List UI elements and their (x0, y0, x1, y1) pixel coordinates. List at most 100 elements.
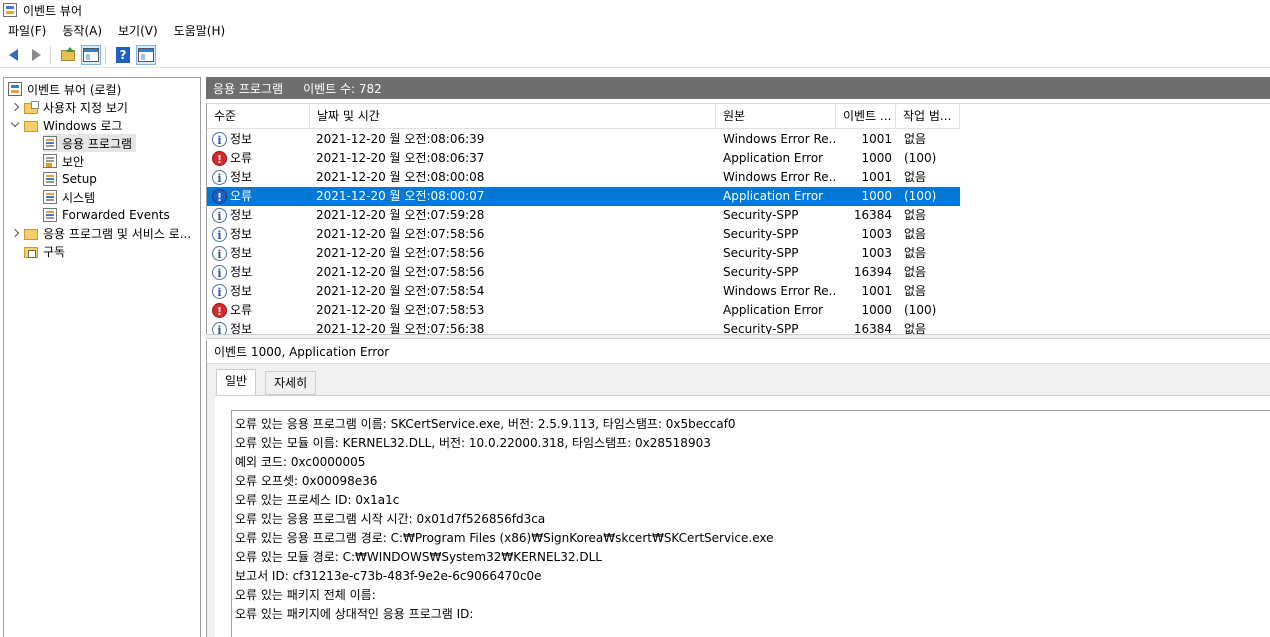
show-hide-action-pane-button[interactable] (136, 45, 156, 65)
menu-action[interactable]: 동작(A) (54, 20, 110, 42)
description-line: 보고서 ID: cf31213e-c73b-483f-9e2e-6c906647… (235, 569, 542, 583)
event-viewer-app-icon (3, 3, 17, 17)
cell-source: Application Error (723, 189, 824, 203)
cell-task-category: (100) (904, 189, 937, 203)
cell-source: Security-SPP (723, 322, 799, 334)
folder-icon (24, 228, 38, 240)
tree-item-label: 응용 프로그램 및 서비스 로... (43, 226, 192, 241)
help-button[interactable]: ? (113, 45, 133, 65)
cell-event-id: 1001 (861, 132, 892, 146)
tree-item-label: Forwarded Events (62, 208, 170, 222)
info-icon: i (212, 284, 227, 299)
tree-item-label: 보안 (62, 154, 85, 169)
event-description[interactable]: 오류 있는 응용 프로그램 이름: SKCertService.exe, 버전:… (231, 410, 1270, 637)
info-icon: i (212, 170, 227, 185)
column-header-event-id[interactable]: 이벤트 ... (836, 104, 896, 129)
description-line: 오류 있는 모듈 경로: C:₩WINDOWS₩System32₩KERNEL3… (235, 550, 602, 564)
tree-item-application[interactable]: 응용 프로그램 (43, 134, 137, 152)
menu-help[interactable]: 도움말(H) (166, 20, 234, 42)
description-line: 오류 있는 응용 프로그램 경로: C:₩Program Files (x86)… (235, 531, 774, 545)
description-line: 오류 있는 프로세스 ID: 0x1a1c (235, 493, 400, 507)
cell-level: 정보 (230, 246, 253, 260)
table-row[interactable]: i 정보 2021-12-20 월 오전:07:59:28 Security-SPP 1… (207, 206, 960, 225)
cell-source: Windows Error Re... (723, 170, 835, 184)
column-header-level[interactable]: 수준 (207, 104, 310, 129)
chevron-down-icon[interactable] (10, 120, 20, 130)
menu-view[interactable]: 보기(V) (110, 20, 166, 42)
tree-item-security[interactable]: 보안 (43, 152, 84, 170)
table-row[interactable]: ! 오류 2021-12-20 월 오전:08:00:07 Application E… (207, 187, 960, 206)
cell-event-id: 16384 (853, 208, 892, 222)
show-hide-console-tree-button[interactable] (81, 45, 101, 65)
cell-datetime: 2021-12-20 월 오전:08:00:08 (316, 170, 485, 184)
table-row[interactable]: i 정보 2021-12-20 월 오전:07:58:54 Windows Error… (207, 282, 960, 301)
tree-item-custom-views[interactable]: 사용자 지정 보기 (10, 98, 128, 116)
toolbar-separator (105, 46, 106, 64)
cell-task-category: 없음 (904, 265, 927, 279)
tree-item-forwarded-events[interactable]: Forwarded Events (43, 206, 170, 224)
cell-level: 정보 (230, 170, 253, 184)
tree-item-subscriptions[interactable]: 구독 (24, 242, 65, 260)
subscriptions-icon (24, 246, 38, 258)
cell-source: Application Error (723, 303, 824, 317)
forward-button[interactable] (26, 45, 46, 65)
tree-item-app-service-logs[interactable]: 응용 프로그램 및 서비스 로... (10, 224, 191, 242)
cell-event-id: 1000 (861, 189, 892, 203)
tree-item-label: Setup (62, 172, 97, 186)
back-button[interactable] (3, 45, 23, 65)
table-row[interactable]: i 정보 2021-12-20 월 오전:07:58:56 Security-SPP 1… (207, 263, 960, 282)
description-line: 오류 있는 응용 프로그램 이름: SKCertService.exe, 버전:… (235, 417, 736, 431)
cell-task-category: 없음 (904, 170, 927, 184)
event-list[interactable]: 수준 날짜 및 시간 원본 이벤트 ... 작업 범... i 정보 2021-12… (206, 103, 1270, 334)
cell-source: Windows Error Re... (723, 132, 835, 146)
info-icon: i (212, 246, 227, 261)
pane-splitter[interactable] (206, 334, 1270, 339)
cell-datetime: 2021-12-20 월 오전:07:58:56 (316, 265, 485, 279)
table-row[interactable]: ! 오류 2021-12-20 월 오전:08:06:37 Application E… (207, 149, 960, 168)
table-row[interactable]: i 정보 2021-12-20 월 오전:07:56:38 Security-SPP 1… (207, 320, 960, 334)
table-row[interactable]: i 정보 2021-12-20 월 오전:07:58:56 Security-SPP 1… (207, 244, 960, 263)
cell-source: Security-SPP (723, 265, 799, 279)
log-icon (43, 172, 57, 186)
column-header-datetime[interactable]: 날짜 및 시간 (310, 104, 716, 129)
column-header-source[interactable]: 원본 (716, 104, 836, 129)
info-icon: i (212, 132, 227, 147)
tree-item-root[interactable]: 이벤트 뷰어 (로컬) (8, 80, 121, 98)
table-row[interactable]: i 정보 2021-12-20 월 오전:08:00:08 Windows Error… (207, 168, 960, 187)
cell-event-id: 16394 (853, 265, 892, 279)
tree-item-windows-logs[interactable]: Windows 로그 (10, 116, 122, 134)
folder-up-icon (61, 46, 75, 61)
chevron-right-icon[interactable] (10, 102, 20, 112)
tree-item-setup[interactable]: Setup (43, 170, 97, 188)
cell-datetime: 2021-12-20 월 오전:07:58:54 (316, 284, 485, 298)
cell-source: Windows Error Re... (723, 284, 835, 298)
up-one-level-button[interactable] (58, 45, 78, 65)
log-icon (43, 136, 57, 150)
tab-details[interactable]: 자세히 (265, 371, 317, 395)
cell-level: 오류 (230, 303, 253, 317)
console-tree[interactable]: 이벤트 뷰어 (로컬) 사용자 지정 보기 Windows 로그 응용 프로그램… (3, 77, 201, 637)
tree-item-label: 응용 프로그램 (62, 136, 133, 151)
table-row[interactable]: i 정보 2021-12-20 월 오전:08:06:39 Windows Error… (207, 130, 960, 149)
cell-source: Security-SPP (723, 208, 799, 222)
tree-item-system[interactable]: 시스템 (43, 188, 95, 206)
help-icon: ? (116, 47, 130, 63)
cell-task-category: 없음 (904, 227, 927, 241)
chevron-right-icon[interactable] (10, 228, 20, 238)
toolbar: ? (0, 43, 1270, 68)
info-icon: i (212, 227, 227, 242)
description-line: 오류 있는 패키지에 상대적인 응용 프로그램 ID: (235, 607, 474, 621)
cell-datetime: 2021-12-20 월 오전:08:06:39 (316, 132, 485, 146)
cell-event-id: 1003 (861, 246, 892, 260)
column-header-task-category[interactable]: 작업 범... (896, 104, 960, 129)
description-line: 오류 있는 모듈 이름: KERNEL32.DLL, 버전: 10.0.2200… (235, 436, 711, 450)
error-icon: ! (212, 303, 227, 318)
info-icon: i (212, 265, 227, 280)
description-line: 오류 있는 응용 프로그램 시작 시간: 0x01d7f526856fd3ca (235, 512, 546, 526)
window-title: 이벤트 뷰어 (23, 3, 83, 18)
table-row[interactable]: ! 오류 2021-12-20 월 오전:07:58:53 Application E… (207, 301, 960, 320)
show-hide-action-icon (138, 48, 154, 62)
table-row[interactable]: i 정보 2021-12-20 월 오전:07:58:56 Security-SPP 1… (207, 225, 960, 244)
menu-file[interactable]: 파일(F) (0, 20, 54, 42)
tab-general[interactable]: 일반 (216, 369, 257, 396)
